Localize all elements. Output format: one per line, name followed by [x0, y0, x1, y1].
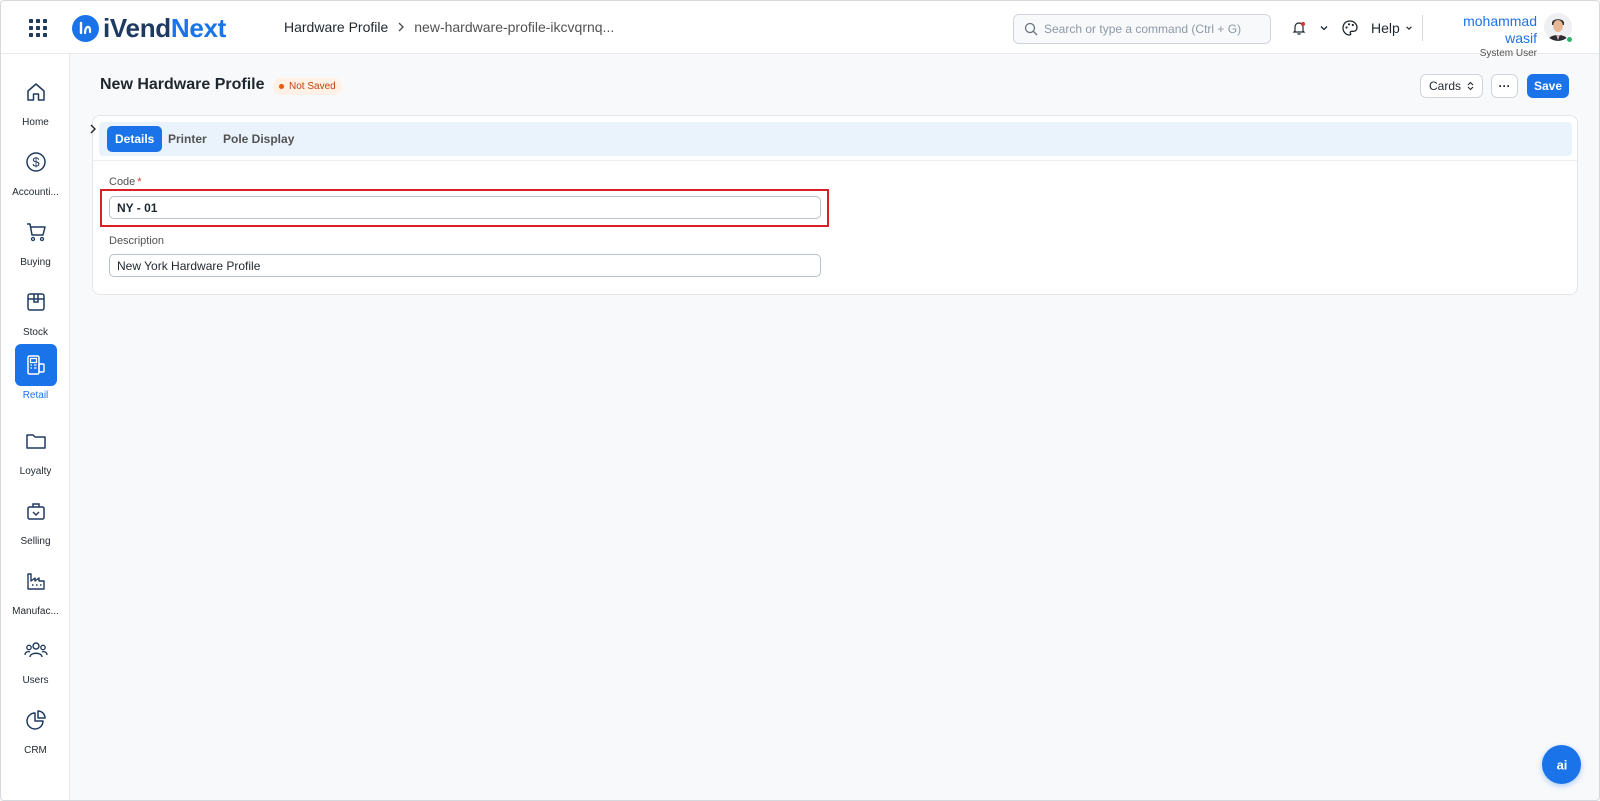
status-dot — [279, 84, 284, 89]
folder-icon — [15, 420, 57, 462]
sidebar-item-label: Retail — [22, 390, 49, 401]
chevron-down-icon — [1406, 25, 1412, 30]
ai-assistant-button[interactable]: ai — [1542, 745, 1581, 784]
app-logo[interactable]: iVendNext — [72, 14, 226, 42]
code-label: Code * — [109, 176, 142, 188]
form-tabs: Details Printer Pole Display — [99, 122, 1572, 156]
tab-details[interactable]: Details — [107, 126, 163, 152]
more-actions-button[interactable]: ··· — [1491, 74, 1518, 98]
tab-printer[interactable]: Printer — [160, 126, 215, 152]
sidebar-item-label: Stock — [22, 327, 48, 338]
more-icon: ··· — [1498, 79, 1511, 93]
breadcrumb: Hardware Profile new-hardware-profile-ik… — [284, 19, 614, 35]
svg-text:$: $ — [32, 155, 40, 170]
required-asterisk: * — [137, 176, 142, 188]
logo-text-part2: Next — [170, 13, 227, 43]
sidebar: Home $ Accounti... Buying Stock Retail L… — [1, 54, 70, 800]
logo-text-part1: iVend — [103, 13, 171, 43]
sidebar-item-label: Buying — [20, 257, 51, 268]
sidebar-item-manufacturing[interactable]: Manufac... — [1, 560, 70, 626]
tab-divider — [93, 160, 1577, 161]
theme-button[interactable] — [1341, 1, 1359, 54]
description-label: Description — [109, 235, 165, 247]
search-bar[interactable] — [1013, 14, 1271, 44]
logo-text: iVendNext — [103, 15, 226, 41]
sidebar-item-label: Loyalty — [19, 466, 52, 477]
sidebar-item-users[interactable]: Users — [1, 629, 70, 695]
breadcrumb-hardware-profile[interactable]: Hardware Profile — [284, 19, 388, 35]
code-label-text: Code — [109, 176, 136, 188]
sidebar-item-stock[interactable]: Stock — [1, 281, 70, 347]
sidebar-item-label: CRM — [24, 745, 47, 756]
pos-terminal-icon — [14, 344, 57, 386]
sidebar-item-retail[interactable]: Retail — [1, 344, 70, 410]
sidebar-item-buying[interactable]: Buying — [1, 211, 70, 277]
status-text: Not Saved — [289, 81, 336, 92]
user-name: mohammad wasif — [1463, 13, 1537, 46]
bell-icon — [1292, 21, 1306, 35]
description-field[interactable] — [109, 254, 821, 277]
save-button[interactable]: Save — [1527, 74, 1569, 98]
cards-label: Cards — [1428, 79, 1461, 93]
users-icon — [15, 629, 57, 671]
breadcrumb-current-record[interactable]: new-hardware-profile-ikcvqrnq... — [414, 19, 614, 35]
user-menu[interactable]: mohammad wasif System User — [1431, 13, 1537, 60]
dollar-icon: $ — [15, 141, 57, 183]
navbar-divider — [1422, 15, 1423, 41]
chevron-right-icon — [397, 22, 405, 32]
app-window: iVendNext Hardware Profile new-hardware-… — [0, 0, 1600, 801]
shopping-bag-icon — [15, 490, 57, 532]
apps-grid-icon[interactable] — [28, 18, 48, 38]
sort-arrows-icon — [1467, 81, 1474, 91]
sidebar-item-home[interactable]: Home — [1, 71, 70, 137]
sidebar-toggle-chevron-icon[interactable] — [87, 122, 99, 136]
search-icon — [1024, 22, 1038, 36]
code-field[interactable] — [109, 196, 821, 219]
cards-view-button[interactable]: Cards — [1420, 74, 1483, 98]
ai-icon: ai — [1556, 758, 1567, 772]
sidebar-item-label: Selling — [20, 536, 51, 547]
help-label: Help — [1371, 19, 1400, 36]
sidebar-item-crm[interactable]: CRM — [1, 699, 70, 765]
notifications-button[interactable] — [1291, 1, 1307, 54]
sidebar-item-accounting[interactable]: $ Accounti... — [1, 141, 70, 207]
sidebar-item-loyalty[interactable]: Loyalty — [1, 420, 70, 486]
help-menu[interactable]: Help — [1371, 1, 1413, 54]
palette-icon — [1342, 19, 1358, 36]
page-title: New Hardware Profile — [100, 76, 265, 93]
sidebar-item-label: Users — [22, 675, 49, 686]
chevron-down-icon — [1320, 25, 1328, 30]
sidebar-item-label: Home — [22, 117, 49, 128]
user-role: System User — [1479, 48, 1537, 59]
box-icon — [15, 281, 57, 323]
online-status-dot — [1566, 36, 1573, 43]
sidebar-item-label: Manufac... — [12, 606, 59, 617]
status-badge: Not Saved — [273, 78, 342, 95]
sidebar-item-label: Accounti... — [12, 187, 59, 198]
pie-chart-icon — [15, 699, 57, 741]
top-navbar: iVendNext Hardware Profile new-hardware-… — [1, 1, 1599, 59]
logo-mark-icon — [72, 14, 99, 42]
search-input[interactable] — [1044, 22, 1264, 36]
home-icon — [15, 71, 57, 113]
tab-pole-display[interactable]: Pole Display — [215, 126, 302, 152]
cart-icon — [15, 211, 57, 253]
svg-text:ai: ai — [1556, 758, 1567, 772]
sidebar-item-selling[interactable]: Selling — [1, 490, 70, 556]
factory-icon — [15, 560, 57, 602]
notifications-dropdown[interactable] — [1319, 1, 1329, 54]
